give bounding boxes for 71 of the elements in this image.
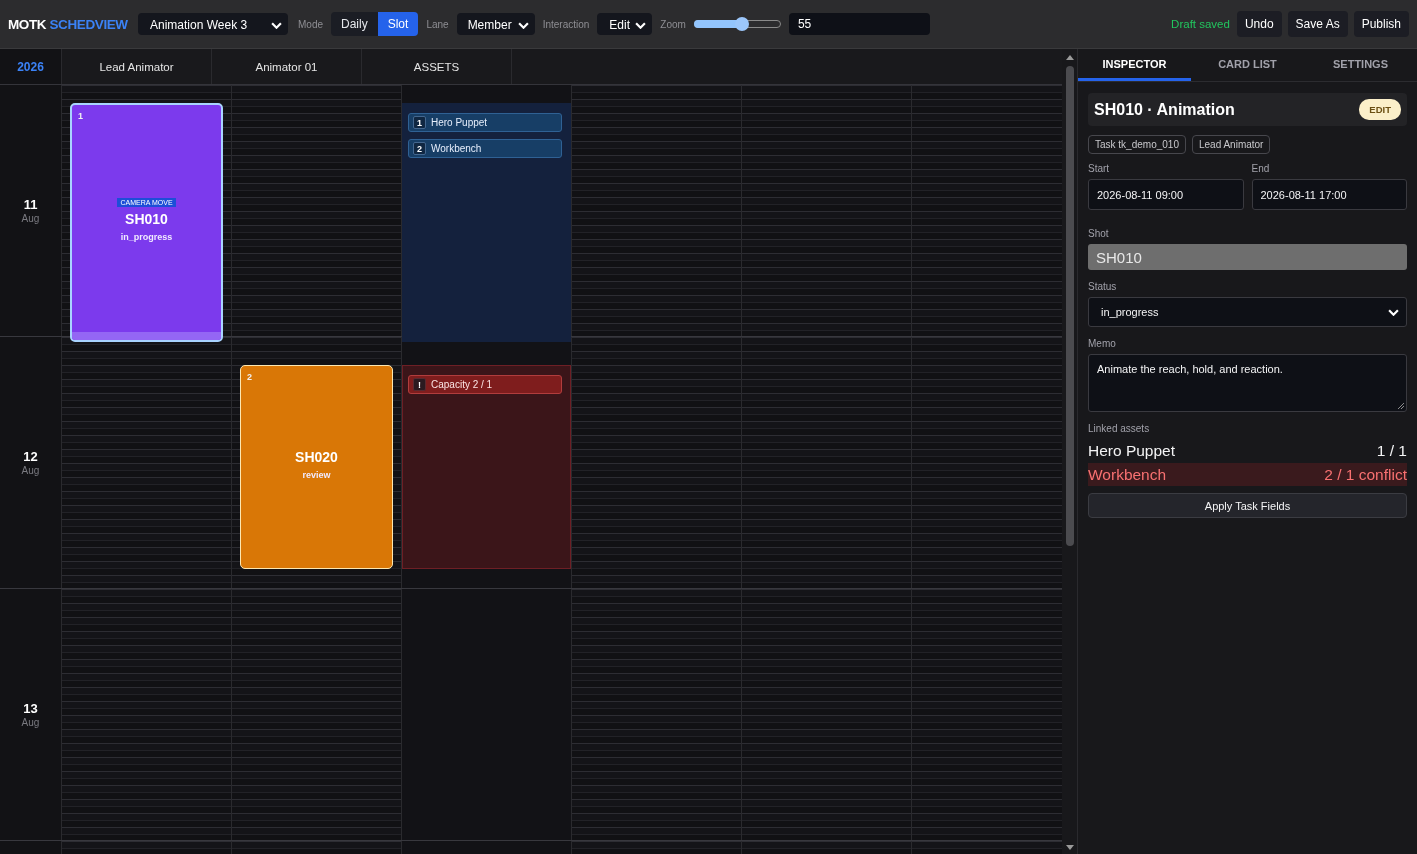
card-number: 1	[78, 111, 83, 121]
panel-tab[interactable]: SETTINGS	[1304, 49, 1417, 81]
card-title: SH010	[125, 210, 168, 227]
shot-label: Shot	[1088, 228, 1110, 239]
status-label: Status	[1088, 281, 1118, 292]
end-field[interactable]: 2026-08-11 17:00	[1251, 179, 1407, 210]
toolbar-button[interactable]: Save As	[1287, 11, 1348, 37]
chevron-down-icon	[1388, 308, 1399, 316]
card-title: SH020	[295, 448, 338, 465]
day-number: 12	[23, 449, 38, 464]
scrollbar[interactable]	[1062, 49, 1077, 854]
lane-select[interactable]: Member	[456, 13, 535, 35]
slider-thumb[interactable]	[734, 17, 749, 31]
asset-usage: 1 / 1	[1376, 441, 1407, 460]
memo-field[interactable]: Animate the reach, hold, and reaction.	[1088, 354, 1407, 412]
day-number: 11	[23, 197, 38, 212]
asset-name: Workbench	[1088, 465, 1167, 484]
zoom-label: Zoom	[660, 18, 686, 30]
asset-name: Hero Puppet	[1088, 441, 1176, 460]
schedule-select[interactable]: Animation Week 3	[138, 13, 288, 35]
card-status: in_progress	[120, 231, 173, 242]
chevron-down-icon	[635, 21, 647, 29]
info-tag: Task tk_demo_010	[1088, 135, 1186, 154]
linked-assets-label: Linked assets	[1088, 423, 1151, 434]
info-tag: Lead Animator	[1191, 135, 1271, 154]
card-status: review	[302, 469, 331, 480]
month-label: Aug	[21, 213, 40, 224]
start-field[interactable]: 2026-08-11 09:00	[1088, 179, 1244, 210]
end-label: End	[1251, 163, 1271, 174]
zoom-input[interactable]: 55	[788, 13, 930, 35]
capacity-warning-chip[interactable]: ! Capacity 2 / 1	[408, 375, 562, 394]
toolbar-button[interactable]: Publish	[1353, 11, 1409, 37]
number-badge: 2	[413, 142, 426, 155]
interaction-label: Interaction	[542, 18, 590, 30]
mode-option-button[interactable]: Daily	[331, 12, 378, 36]
asset-chip[interactable]: 1 Hero Puppet	[408, 113, 562, 132]
apply-button[interactable]: Apply Task Fields	[1088, 493, 1407, 518]
memo-label: Memo	[1088, 338, 1117, 349]
month-label: Aug	[21, 717, 40, 728]
year-label: 2026	[0, 49, 62, 84]
arrow-up-icon[interactable]	[1065, 55, 1074, 60]
warning-badge: !	[413, 378, 426, 391]
mode-option-button[interactable]: Slot	[377, 12, 419, 36]
day-number: 13	[23, 701, 38, 716]
resize-grip-icon[interactable]	[1398, 403, 1404, 409]
save-status: Draft saved	[1171, 18, 1230, 30]
scroll-thumb[interactable]	[1065, 66, 1074, 546]
lane-header: Animator 01	[212, 49, 362, 84]
asset-chip[interactable]: 2 Workbench	[408, 139, 562, 158]
mode-pill: EDIT	[1359, 99, 1401, 120]
month-label: Aug	[21, 465, 40, 476]
number-badge: 1	[413, 116, 426, 129]
zoom-slider[interactable]	[693, 16, 781, 32]
lane-header: ASSETS	[362, 49, 512, 84]
toolbar-button[interactable]: Undo	[1236, 11, 1282, 37]
status-select[interactable]: in_progress	[1088, 297, 1407, 327]
lane-header: Lead Animator	[62, 49, 212, 84]
task-title: SH010 · Animation	[1094, 100, 1235, 119]
chevron-down-icon	[271, 21, 282, 29]
card-number: 2	[247, 372, 252, 382]
lane-label: Lane	[426, 18, 449, 30]
arrow-down-icon[interactable]	[1065, 845, 1074, 850]
asset-usage: 2 / 1 conflict	[1324, 465, 1407, 484]
resize-handle[interactable]	[72, 332, 221, 340]
mode-label: Mode	[298, 18, 323, 30]
start-label: Start	[1088, 163, 1111, 174]
interaction-select[interactable]: Edit	[597, 13, 653, 35]
panel-tab[interactable]: INSPECTOR	[1078, 49, 1191, 81]
chevron-down-icon	[517, 21, 529, 29]
panel-tab[interactable]: CARD LIST	[1191, 49, 1304, 81]
app-logo: MOTK SCHEDVIEW	[8, 16, 129, 32]
